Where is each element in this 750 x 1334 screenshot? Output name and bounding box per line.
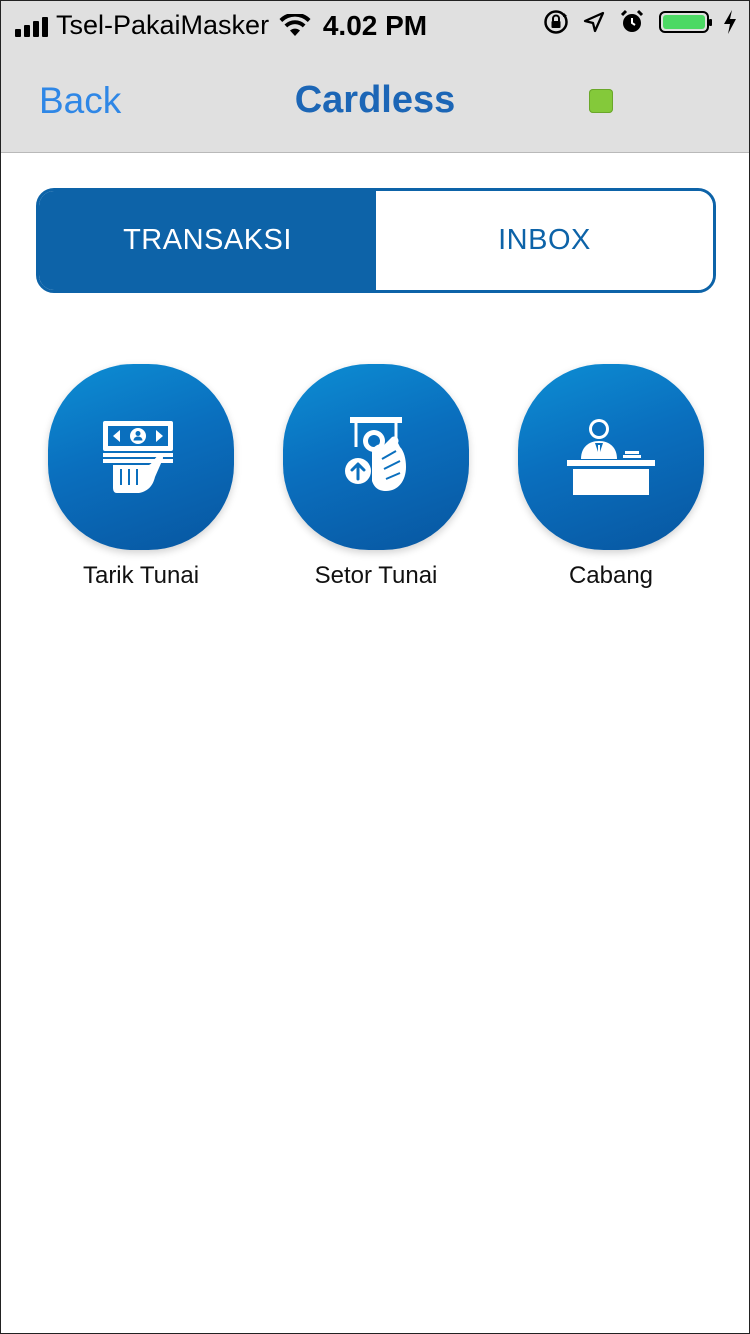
menu-label-setor-tunai: Setor Tunai [314,562,438,589]
menu-label-tarik-tunai: Tarik Tunai [82,562,200,589]
page-title: Cardless [294,79,456,121]
tab-transaksi[interactable]: TRANSAKSI [39,191,376,290]
tab-inbox[interactable]: INBOX [376,191,713,290]
battery-fill [663,15,705,29]
charging-icon [724,10,736,34]
menu-label-cabang: Cabang [568,562,654,589]
menu-item-tarik-tunai[interactable]: Tarik Tunai [41,364,241,590]
location-icon [583,11,605,33]
menu-item-cabang[interactable]: Cabang [511,364,711,590]
branch-teller-icon[interactable] [518,364,704,550]
alarm-icon [620,9,644,32]
tab-segmented-control: TRANSAKSI INBOX [36,188,716,293]
navigation-bar: Back Cardless [1,51,749,153]
cash-withdrawal-icon[interactable] [48,364,234,550]
status-bar: Tsel-PakaiMasker 4.02 PM [1,1,749,51]
status-indicator [589,89,613,113]
menu-item-setor-tunai[interactable]: Setor Tunai [276,364,476,590]
battery-icon [659,11,712,33]
status-right [543,9,737,35]
cash-deposit-icon[interactable] [283,364,469,550]
rotation-lock-icon [544,10,568,34]
